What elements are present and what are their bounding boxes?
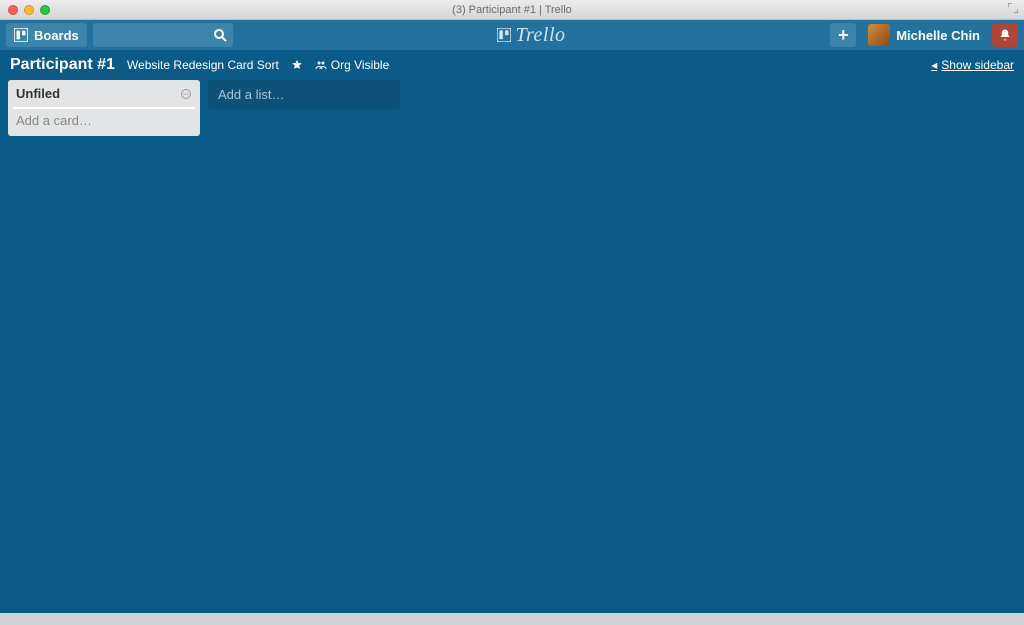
search-icon [213, 28, 227, 42]
window-zoom-button[interactable] [40, 5, 50, 15]
bell-icon [998, 28, 1012, 42]
trello-logo-text: Trello [515, 24, 565, 47]
window-close-button[interactable] [8, 5, 18, 15]
window-title: (3) Participant #1 | Trello [0, 4, 1024, 16]
app-frame: Boards Trello + Michelle Chin Partici [0, 20, 1024, 625]
search-box[interactable] [93, 23, 233, 47]
user-name: Michelle Chin [896, 28, 980, 43]
add-list-button[interactable]: Add a list… [208, 80, 400, 109]
user-menu[interactable]: Michelle Chin [862, 23, 986, 47]
chevron-left-icon: ◂ [931, 58, 937, 72]
avatar [868, 24, 890, 46]
show-sidebar-button[interactable]: ◂ Show sidebar [931, 58, 1014, 72]
star-board-button[interactable] [291, 59, 303, 71]
show-sidebar-label: Show sidebar [941, 58, 1014, 72]
board-visibility[interactable]: Org Visible [315, 58, 389, 72]
list-header: Unfiled [8, 80, 200, 107]
create-button[interactable]: + [830, 23, 856, 47]
add-card-button[interactable]: Add a card… [8, 107, 200, 136]
org-icon [315, 59, 327, 71]
card[interactable]: Who We Are [12, 107, 196, 109]
horizontal-scrollbar[interactable] [0, 613, 1024, 625]
board-header: Participant #1 Website Redesign Card Sor… [0, 50, 1024, 80]
notifications-button[interactable] [992, 23, 1018, 47]
list-unfiled: Unfiled Who We AreAnnual LetterMission, … [8, 80, 200, 136]
window-titlebar: (3) Participant #1 | Trello [0, 0, 1024, 20]
fullscreen-icon[interactable] [1008, 3, 1018, 13]
trello-logo[interactable]: Trello [239, 24, 824, 47]
board-subtitle[interactable]: Website Redesign Card Sort [127, 58, 279, 72]
boards-button[interactable]: Boards [6, 23, 87, 47]
cards-container[interactable]: Who We AreAnnual LetterMission, Vision a… [8, 107, 200, 109]
board-title[interactable]: Participant #1 [10, 56, 115, 74]
star-icon [291, 59, 303, 71]
boards-button-label: Boards [34, 28, 79, 43]
trello-logo-icon [497, 28, 511, 42]
boards-icon [14, 28, 28, 42]
ellipsis-icon [180, 88, 192, 100]
plus-icon: + [838, 25, 849, 46]
list-title[interactable]: Unfiled [16, 86, 60, 101]
global-nav: Boards Trello + Michelle Chin [0, 20, 1024, 50]
window-minimize-button[interactable] [24, 5, 34, 15]
board-visibility-label: Org Visible [331, 58, 389, 72]
window-controls [0, 5, 50, 15]
board-canvas: Unfiled Who We AreAnnual LetterMission, … [0, 80, 1024, 613]
list-menu-button[interactable] [180, 88, 192, 100]
